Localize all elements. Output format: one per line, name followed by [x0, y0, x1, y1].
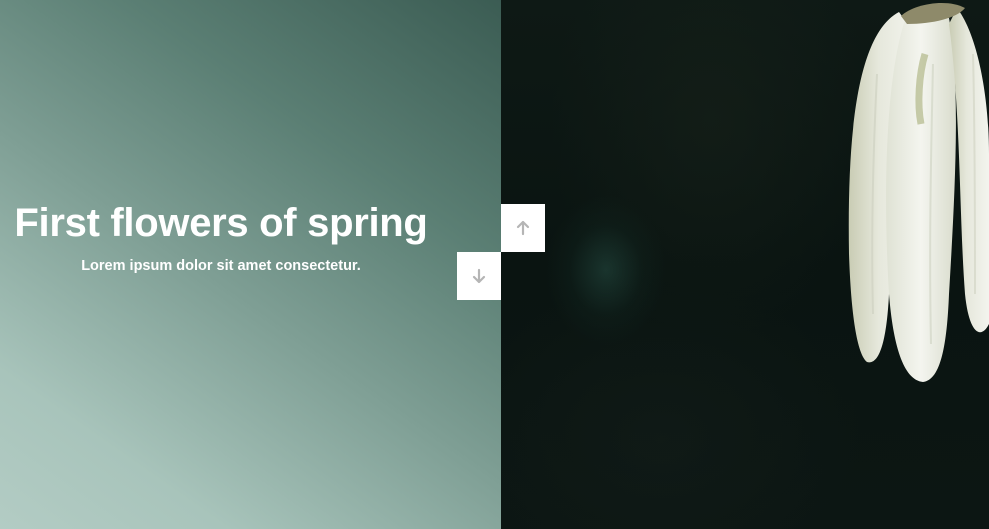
next-slide-button[interactable] [457, 252, 501, 300]
split-slider: First flowers of spring Lorem ipsum dolo… [0, 0, 989, 529]
previous-slide-button[interactable] [501, 204, 545, 252]
content-panel: First flowers of spring Lorem ipsum dolo… [0, 0, 501, 529]
arrow-up-icon [516, 220, 530, 236]
image-panel [501, 0, 989, 529]
slide-title: First flowers of spring [14, 201, 428, 245]
flower-photo [848, 2, 989, 382]
slide-caption: First flowers of spring Lorem ipsum dolo… [0, 198, 442, 276]
arrow-down-icon [472, 268, 486, 284]
slide-subtitle: Lorem ipsum dolor sit amet consectetur. [81, 258, 361, 274]
